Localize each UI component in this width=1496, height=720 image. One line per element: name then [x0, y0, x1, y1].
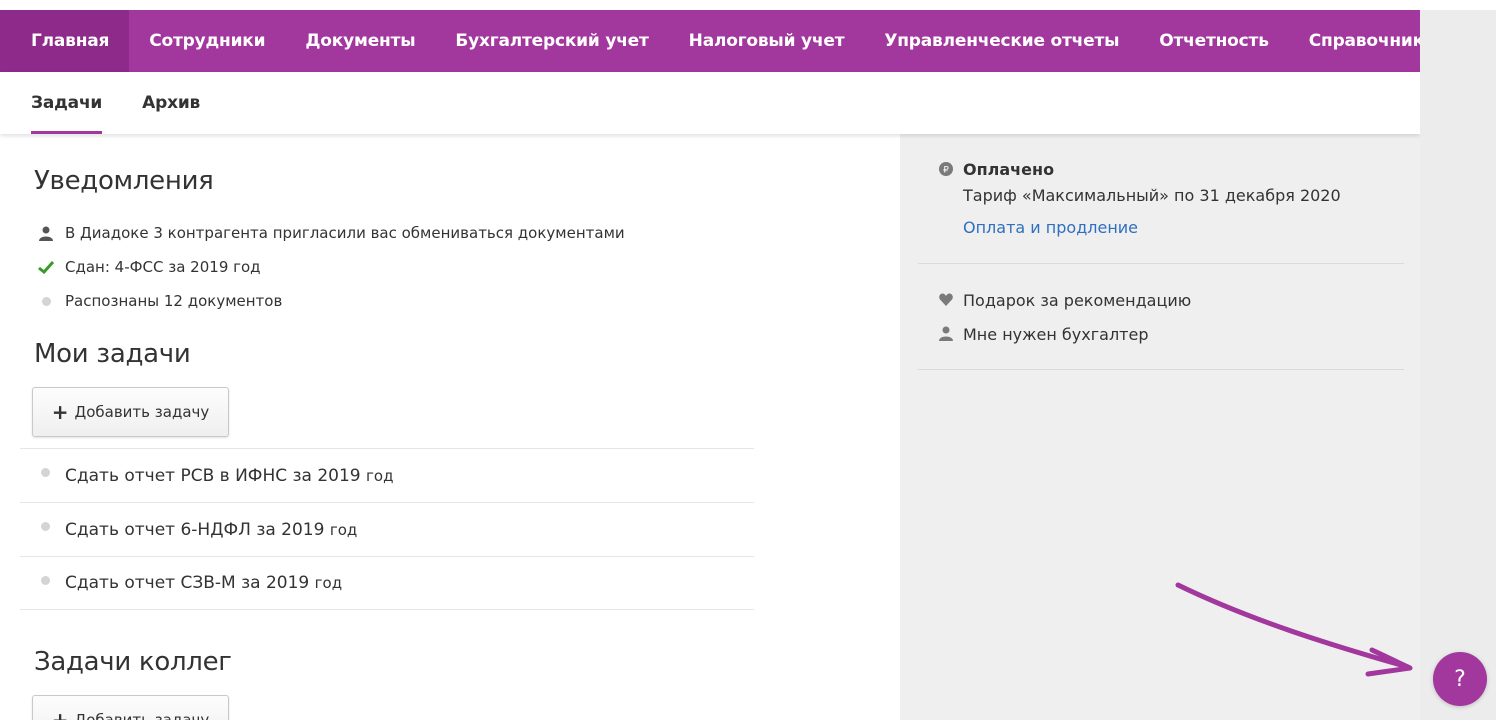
notification-item: В Диадоке 3 контрагента пригласили вас о… — [38, 224, 625, 242]
notification-text[interactable]: Распознаны 12 документов — [65, 292, 282, 310]
main-nav: Главная Сотрудники Документы Бухгалтерск… — [0, 10, 1420, 72]
notification-item: Сдан: 4-ФСС за 2019 год — [38, 258, 261, 276]
bullet-icon — [41, 468, 50, 477]
plus-icon: + — [51, 400, 69, 424]
nav-item-accounting[interactable]: Бухгалтерский учет — [435, 10, 668, 72]
task-item[interactable]: Сдать отчет РСВ в ИФНС за 2019 год — [20, 448, 754, 502]
bullet-icon — [41, 522, 50, 531]
notification-text[interactable]: Сдан: 4-ФСС за 2019 год — [65, 258, 261, 276]
nav-item-references[interactable]: Справочники — [1289, 10, 1420, 72]
divider — [918, 263, 1404, 264]
help-button[interactable]: ? — [1433, 652, 1487, 706]
tariff-text: Тариф «Максимальный» по 31 декабря 2020 — [963, 186, 1341, 205]
svg-text:₽: ₽ — [943, 166, 949, 176]
task-text: Сдать отчет СЗВ-М за 2019 — [65, 573, 310, 593]
task-suffix: год — [329, 520, 358, 539]
add-task-label: Добавить задачу — [74, 711, 210, 720]
add-task-label: Добавить задачу — [74, 403, 210, 421]
nav-item-management-reports[interactable]: Управленческие отчеты — [864, 10, 1139, 72]
nav-item-reporting[interactable]: Отчетность — [1139, 10, 1288, 72]
person-icon — [938, 326, 954, 341]
main-content: Уведомления В Диадоке 3 контрагента приг… — [0, 134, 900, 720]
tab-tasks[interactable]: Задачи — [31, 72, 102, 134]
task-item[interactable]: Сдать отчет СЗВ-М за 2019 год — [20, 556, 754, 610]
notifications-title: Уведомления — [34, 166, 214, 196]
task-list: Сдать отчет РСВ в ИФНС за 2019 год Сдать… — [20, 448, 754, 610]
status-label: Оплачено — [963, 160, 1055, 179]
add-task-button[interactable]: + Добавить задачу — [32, 387, 229, 437]
accountant-label: Мне нужен бухгалтер — [963, 325, 1149, 344]
sub-nav: Задачи Архив — [0, 72, 1420, 134]
add-colleague-task-button[interactable]: + Добавить задачу — [32, 695, 229, 720]
check-icon — [38, 260, 54, 274]
notification-item: Распознаны 12 документов — [38, 292, 282, 310]
task-suffix: год — [366, 466, 394, 485]
coin-icon: ₽ — [938, 162, 954, 176]
annotation-arrow-icon — [1175, 582, 1413, 677]
task-suffix: год — [314, 574, 343, 592]
person-icon — [38, 226, 54, 241]
nav-item-employees[interactable]: Сотрудники — [129, 10, 285, 72]
task-text: Сдать отчет РСВ в ИФНС за 2019 — [65, 465, 361, 486]
task-text: Сдать отчет 6-НДФЛ за 2019 — [65, 519, 325, 540]
colleague-tasks-title: Задачи коллег — [34, 647, 232, 677]
divider — [918, 369, 1404, 370]
dot-icon — [38, 296, 54, 306]
heart-icon — [938, 293, 954, 306]
tab-archive[interactable]: Архив — [142, 72, 200, 134]
notification-text[interactable]: В Диадоке 3 контрагента пригласили вас о… — [65, 224, 625, 242]
payment-link[interactable]: Оплата и продление — [963, 218, 1138, 237]
nav-item-home[interactable]: Главная — [0, 10, 130, 72]
my-tasks-title: Мои задачи — [34, 339, 191, 369]
nav-item-tax[interactable]: Налоговый учет — [669, 10, 865, 72]
plus-icon: + — [51, 708, 69, 720]
gift-label: Подарок за рекомендацию — [963, 291, 1192, 310]
bullet-icon — [41, 575, 50, 585]
nav-item-documents[interactable]: Документы — [285, 10, 435, 72]
task-item[interactable]: Сдать отчет 6-НДФЛ за 2019 год — [20, 502, 754, 556]
